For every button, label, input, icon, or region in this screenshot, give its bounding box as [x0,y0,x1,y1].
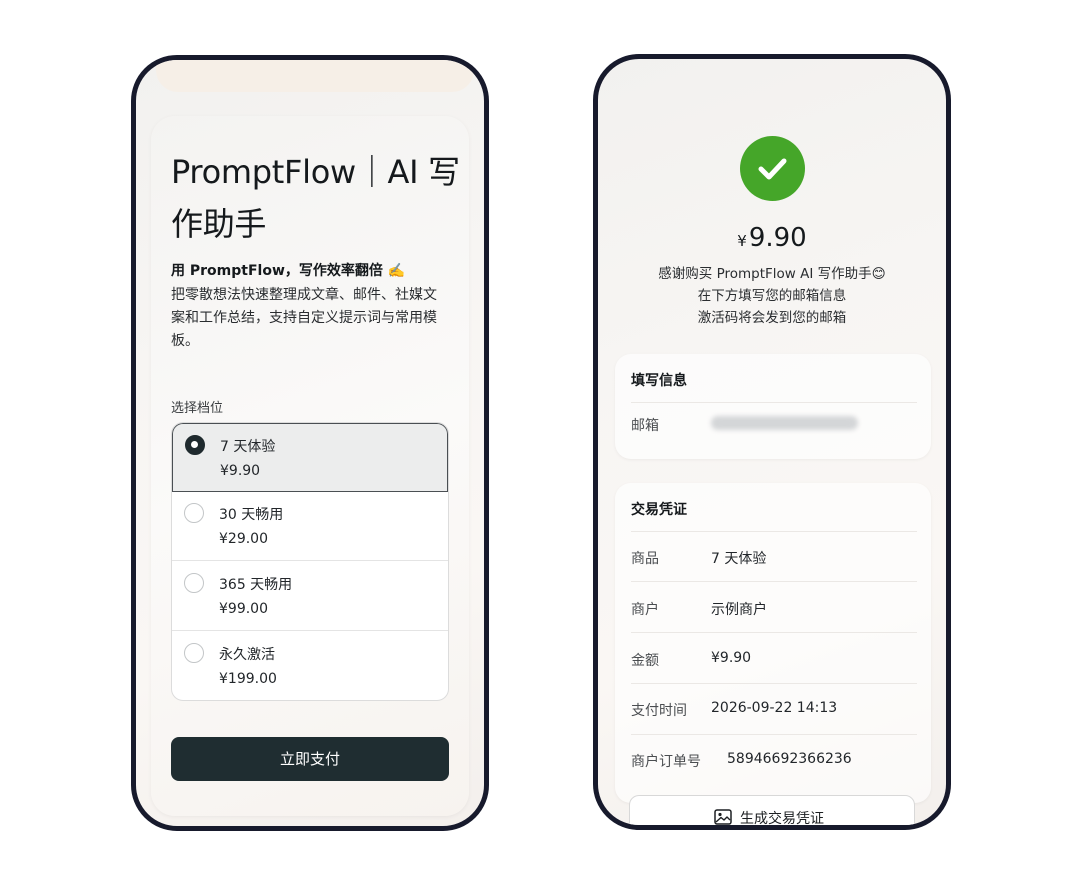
image-icon [714,809,732,825]
thanks-line: 激活码将会发到您的邮箱 [697,310,847,326]
page-title: PromptFlow｜AI 写作助手 [171,153,460,243]
receipt-row-value: 7 天体验 [711,551,767,567]
plan-name: 永久激活 [219,647,275,663]
info-card-title: 填写信息 [631,373,687,389]
amount-value: 9.90 [748,223,807,253]
generate-receipt-button[interactable]: 生成交易凭证 [629,795,915,827]
thanks-line: 感谢购买 PromptFlow AI 写作助手😊 [658,266,886,282]
top-strip [156,60,474,92]
paid-amount: ¥9.90 [598,223,946,253]
receipt-card: 交易凭证 商品 7 天体验 商户 示例商户 金额 ¥9.90 支付时间 2026… [615,483,931,803]
plan-option[interactable]: 30 天畅用 ¥29.00 [172,492,448,561]
plan-price: ¥99.00 [219,601,268,617]
plan-price: ¥199.00 [219,671,277,687]
plan-price: ¥29.00 [219,531,268,547]
subtitle: 用 PromptFlow，写作效率翻倍 ✍️ [171,263,406,279]
radio-selected-icon[interactable] [185,435,205,455]
plan-price: ¥9.90 [220,463,261,479]
description: 把零散想法快速整理成文章、邮件、社媒文案和工作总结，支持自定义提示词与常用模板。 [171,287,437,349]
currency-symbol: ¥ [737,232,747,250]
radio-icon[interactable] [184,643,204,663]
radio-icon[interactable] [184,503,204,523]
plan-name: 7 天体验 [220,439,276,455]
plan-label: 选择档位 [171,401,224,416]
receipt-row-value: 示例商户 [711,602,767,618]
divider [631,581,917,582]
generate-receipt-label: 生成交易凭证 [740,811,824,827]
divider [631,734,917,735]
email-field[interactable] [711,416,858,430]
divider [631,632,917,633]
info-card: 填写信息 邮箱 [615,354,931,459]
radio-icon[interactable] [184,573,204,593]
receipt-row-value: 2026-09-22 14:13 [711,700,838,716]
pay-button[interactable]: 立即支付 [171,737,449,781]
plan-name: 30 天畅用 [219,507,284,523]
phone-frame-right: ¥9.90 感谢购买 PromptFlow AI 写作助手😊 在下方填写您的邮箱… [593,54,951,830]
receipt-card-title: 交易凭证 [631,502,687,518]
divider [631,402,917,403]
receipt-row-label: 商户 [631,602,659,618]
plan-option[interactable]: 7 天体验 ¥9.90 [172,423,448,492]
receipt-row-label: 金额 [631,653,659,669]
receipt-row-value: ¥9.90 [711,650,752,666]
plan-selector: 7 天体验 ¥9.90 30 天畅用 ¥29.00 365 天畅用 ¥99.00… [171,422,449,701]
phone-frame-left: PromptFlow｜AI 写作助手 用 PromptFlow，写作效率翻倍 ✍… [131,55,489,831]
plan-name: 365 天畅用 [219,577,293,593]
receipt-row-label: 商户订单号 [631,754,701,770]
thanks-line: 在下方填写您的邮箱信息 [697,288,847,304]
receipt-row-label: 支付时间 [631,703,687,719]
email-label: 邮箱 [631,418,659,434]
plan-option[interactable]: 永久激活 ¥199.00 [172,632,448,700]
thanks-message: 感谢购买 PromptFlow AI 写作助手😊 在下方填写您的邮箱信息 激活码… [598,263,946,329]
divider [631,531,917,532]
receipt-row-value: 58946692366236 [727,751,852,767]
plan-option[interactable]: 365 天畅用 ¥99.00 [172,562,448,631]
receipt-row-label: 商品 [631,551,659,567]
divider [631,683,917,684]
checkmark-icon [758,158,787,180]
success-badge [740,136,805,201]
